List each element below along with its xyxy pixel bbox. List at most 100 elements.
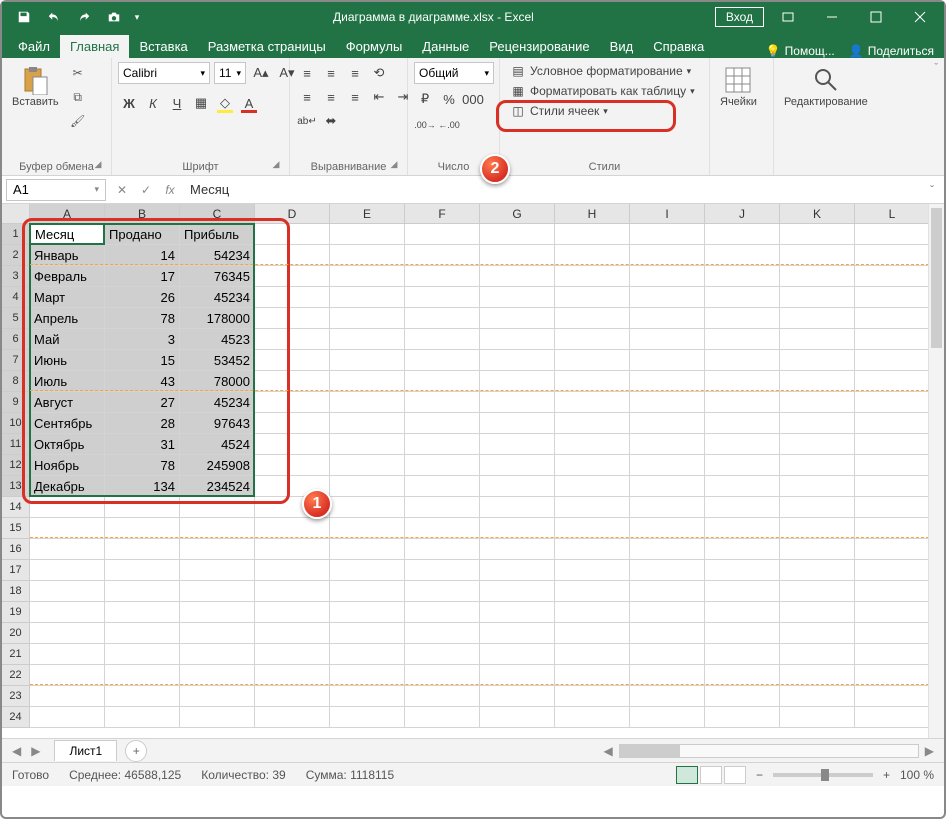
cell[interactable] <box>330 602 405 623</box>
cell[interactable] <box>30 623 105 644</box>
cell[interactable] <box>780 707 855 728</box>
cell[interactable] <box>705 539 780 560</box>
cell[interactable] <box>555 665 630 686</box>
formula-input[interactable]: Месяц <box>182 182 920 197</box>
tab-home[interactable]: Главная <box>60 35 129 58</box>
hscroll-left-icon[interactable]: ◀ <box>604 744 613 758</box>
comma-icon[interactable]: 000 <box>462 88 484 110</box>
cell[interactable] <box>330 497 405 518</box>
cell[interactable] <box>255 287 330 308</box>
column-header[interactable]: A <box>30 204 105 224</box>
zoom-slider-thumb[interactable] <box>821 769 829 781</box>
number-format-combo[interactable]: Общий▾ <box>414 62 494 84</box>
cell[interactable]: Сентябрь <box>30 413 105 434</box>
cell[interactable] <box>255 392 330 413</box>
cell[interactable] <box>405 581 480 602</box>
cell[interactable] <box>780 560 855 581</box>
row-header[interactable]: 8 <box>2 371 30 392</box>
cell[interactable]: 245908 <box>180 455 255 476</box>
cell[interactable] <box>330 644 405 665</box>
align-left-icon[interactable]: ≡ <box>296 86 318 108</box>
cell[interactable] <box>705 581 780 602</box>
cell[interactable] <box>105 539 180 560</box>
cell[interactable] <box>405 602 480 623</box>
cell[interactable]: 17 <box>105 266 180 287</box>
cell[interactable] <box>30 497 105 518</box>
cell[interactable] <box>780 350 855 371</box>
cell[interactable] <box>780 308 855 329</box>
cell[interactable] <box>855 518 930 539</box>
cell[interactable] <box>705 308 780 329</box>
cell[interactable] <box>255 455 330 476</box>
cell[interactable]: 178000 <box>180 308 255 329</box>
cell[interactable] <box>630 539 705 560</box>
cell[interactable]: 53452 <box>180 350 255 371</box>
cell[interactable] <box>330 560 405 581</box>
cell[interactable] <box>855 539 930 560</box>
row-header[interactable]: 7 <box>2 350 30 371</box>
cell[interactable]: Январь <box>30 245 105 266</box>
cell[interactable] <box>330 434 405 455</box>
cell[interactable] <box>855 602 930 623</box>
cell[interactable] <box>480 476 555 497</box>
percent-icon[interactable]: % <box>438 88 460 110</box>
cell[interactable] <box>255 371 330 392</box>
cell[interactable] <box>30 581 105 602</box>
cell[interactable]: 78 <box>105 455 180 476</box>
row-header[interactable]: 10 <box>2 413 30 434</box>
cell[interactable] <box>705 245 780 266</box>
ribbon-display-icon[interactable] <box>768 2 808 32</box>
format-painter-icon[interactable]: 🖌 <box>67 110 89 132</box>
cell[interactable]: Ноябрь <box>30 455 105 476</box>
cell[interactable] <box>855 686 930 707</box>
cell[interactable] <box>330 224 405 245</box>
cell[interactable] <box>480 308 555 329</box>
cell[interactable] <box>855 392 930 413</box>
maximize-icon[interactable] <box>856 2 896 32</box>
cell[interactable] <box>330 455 405 476</box>
cell[interactable] <box>330 539 405 560</box>
cell[interactable] <box>405 434 480 455</box>
increase-decimal-icon[interactable]: .00→ <box>414 114 436 136</box>
cell[interactable] <box>780 476 855 497</box>
cell[interactable] <box>630 518 705 539</box>
redo-icon[interactable] <box>70 5 98 29</box>
cell[interactable] <box>255 434 330 455</box>
cell[interactable] <box>405 350 480 371</box>
cell[interactable] <box>330 245 405 266</box>
cell[interactable] <box>405 665 480 686</box>
cell[interactable] <box>780 644 855 665</box>
tab-help[interactable]: Справка <box>643 35 714 58</box>
cell[interactable] <box>555 371 630 392</box>
cell[interactable] <box>555 497 630 518</box>
cell[interactable] <box>405 707 480 728</box>
cell[interactable] <box>480 518 555 539</box>
row-header[interactable]: 3 <box>2 266 30 287</box>
cell[interactable] <box>105 560 180 581</box>
cell[interactable] <box>480 665 555 686</box>
cancel-formula-icon[interactable]: ✕ <box>110 179 134 201</box>
row-header[interactable]: 1 <box>2 224 30 245</box>
clipboard-launcher-icon[interactable]: ◢ <box>91 159 105 173</box>
tell-me[interactable]: 💡 Помощ... <box>766 44 835 58</box>
cell[interactable] <box>780 623 855 644</box>
cell[interactable] <box>480 413 555 434</box>
cell[interactable]: 4523 <box>180 329 255 350</box>
conditional-formatting-button[interactable]: ▤Условное форматирование▾ <box>506 62 699 80</box>
cell[interactable] <box>255 539 330 560</box>
tab-insert[interactable]: Вставка <box>129 35 197 58</box>
column-header[interactable]: J <box>705 204 780 224</box>
decrease-decimal-icon[interactable]: ←.00 <box>438 114 460 136</box>
tab-review[interactable]: Рецензирование <box>479 35 599 58</box>
cell[interactable] <box>630 686 705 707</box>
add-sheet-button[interactable]: + <box>125 740 147 762</box>
cell[interactable] <box>480 644 555 665</box>
cell[interactable] <box>705 518 780 539</box>
cell[interactable]: 78000 <box>180 371 255 392</box>
cell[interactable]: 78 <box>105 308 180 329</box>
row-header[interactable]: 24 <box>2 707 30 728</box>
cell[interactable] <box>555 266 630 287</box>
cell[interactable] <box>480 686 555 707</box>
cell[interactable] <box>480 560 555 581</box>
save-icon[interactable] <box>10 5 38 29</box>
